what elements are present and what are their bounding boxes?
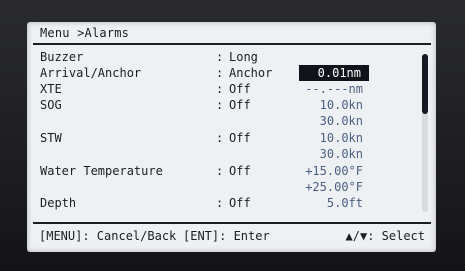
row-label: XTE — [40, 82, 62, 96]
selected-threshold-field[interactable]: 0.01nm — [299, 65, 369, 81]
alarm-row-stw-high[interactable]: 30.0kn — [27, 147, 427, 163]
alarm-row-buzzer[interactable]: Buzzer : Long — [27, 50, 427, 66]
row-colon: : — [216, 98, 224, 112]
alarm-row-water-temperature-high[interactable]: +25.00°F — [27, 180, 427, 196]
row-label: Depth — [40, 196, 77, 210]
scroll-thumb[interactable] — [422, 54, 428, 114]
row-label: Buzzer — [40, 50, 84, 64]
title-bar: Menu >Alarms — [33, 24, 431, 45]
row-label: Water Temperature — [40, 164, 163, 178]
alarm-row-water-temperature[interactable]: Water Temperature : Off +15.00°F — [27, 164, 427, 180]
threshold-field[interactable]: 5.0ft — [327, 196, 363, 210]
row-value[interactable]: Off — [229, 131, 251, 145]
threshold-field[interactable]: --.---nm — [305, 82, 363, 96]
threshold-field-high[interactable]: 30.0kn — [320, 147, 363, 161]
alarm-row-sog-high[interactable]: 30.0kn — [27, 114, 427, 130]
threshold-field-low[interactable]: 10.0kn — [320, 98, 363, 112]
threshold-field-high[interactable]: 30.0kn — [320, 114, 363, 128]
menu-cancel-hint: [MENU]: Cancel/Back — [39, 229, 177, 243]
alarm-row-xte[interactable]: XTE : Off --.---nm — [27, 82, 427, 98]
row-label: Arrival/Anchor — [40, 66, 142, 80]
row-colon: : — [216, 131, 224, 145]
device-bezel: Menu >Alarms Buzzer : Long Arrival/Ancho… — [0, 0, 465, 271]
row-label: SOG — [40, 98, 62, 112]
select-hint: ▲/▼: Select — [345, 229, 425, 243]
row-colon: : — [216, 196, 224, 210]
threshold-field-low[interactable]: 10.0kn — [320, 131, 363, 145]
alarm-row-stw[interactable]: STW : Off 10.0kn — [27, 131, 427, 147]
alarm-row-arrival-anchor[interactable]: Arrival/Anchor : Anchor 0.01nm — [27, 65, 427, 82]
footer-hints: [MENU]: Cancel/Back [ENT]: Enter ▲/▼: Se… — [33, 222, 431, 248]
row-colon: : — [216, 66, 224, 80]
row-value[interactable]: Off — [229, 98, 251, 112]
enter-hint: [ENT]: Enter — [183, 229, 270, 243]
page-title: Menu >Alarms — [40, 26, 130, 40]
scrollbar[interactable] — [422, 54, 428, 212]
row-label: STW — [40, 131, 62, 145]
threshold-field-high[interactable]: +25.00°F — [305, 180, 363, 194]
row-colon: : — [216, 164, 224, 178]
row-colon: : — [216, 82, 224, 96]
threshold-field-low[interactable]: +15.00°F — [305, 164, 363, 178]
display-screen: Menu >Alarms Buzzer : Long Arrival/Ancho… — [27, 22, 436, 252]
row-value[interactable]: Anchor — [229, 66, 272, 80]
row-value[interactable]: Off — [229, 196, 251, 210]
row-colon: : — [216, 50, 224, 64]
row-value[interactable]: Long — [229, 50, 258, 64]
alarm-settings-list: Buzzer : Long Arrival/Anchor : Anchor 0.… — [27, 50, 427, 217]
row-value[interactable]: Off — [229, 164, 251, 178]
alarm-row-depth[interactable]: Depth : Off 5.0ft — [27, 196, 427, 212]
row-value[interactable]: Off — [229, 82, 251, 96]
alarm-row-sog[interactable]: SOG : Off 10.0kn — [27, 98, 427, 114]
